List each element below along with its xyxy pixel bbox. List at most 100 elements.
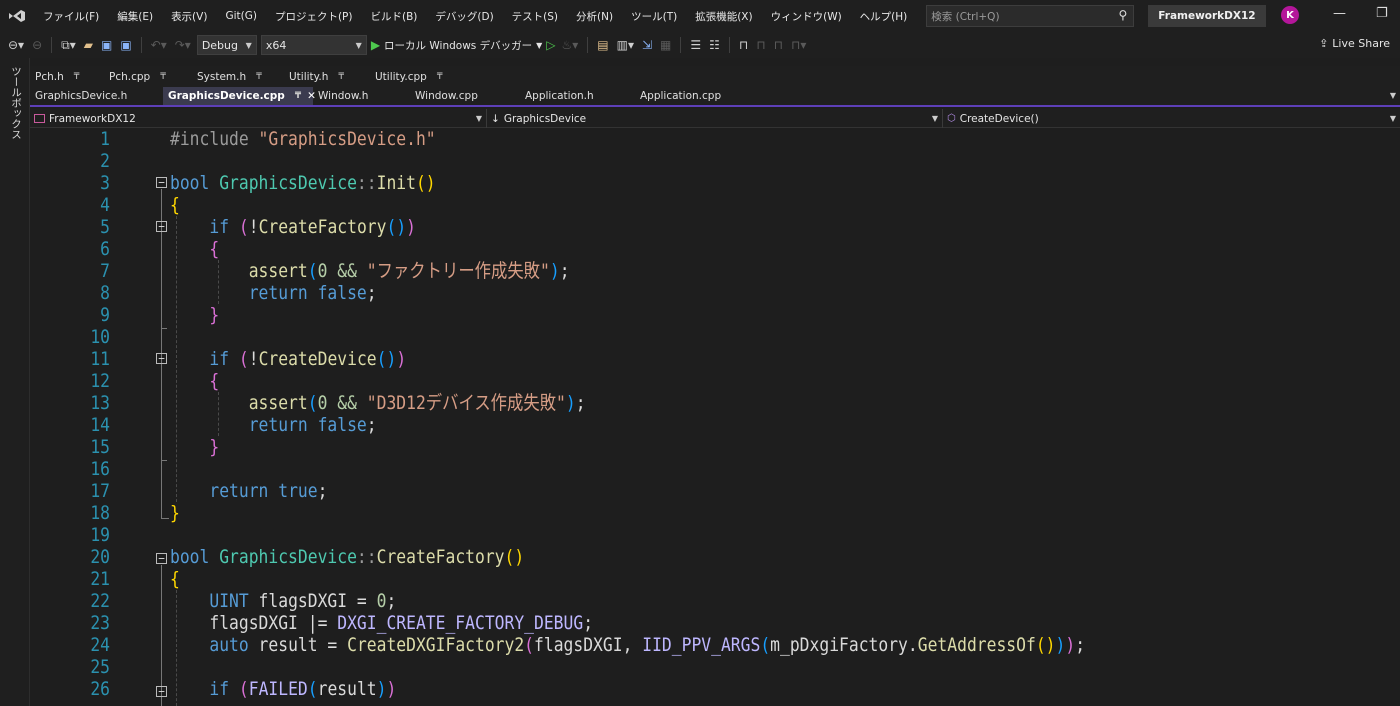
string-literal: "D3D12デバイス作成失敗" (366, 392, 566, 414)
function-name: CreateDevice (258, 348, 377, 370)
undo-icon[interactable]: ↶▾ (149, 38, 169, 52)
code-editor[interactable]: 1 2 3 4 5 6 7 8 9 10 11 12 13 14 15 16 1… (30, 128, 1400, 706)
bookmark-icon[interactable]: ⊓ (737, 38, 750, 52)
new-project-icon[interactable]: ⧉▾ (59, 38, 78, 53)
platform-select[interactable]: x64 ▼ (260, 35, 367, 55)
open-folder-icon[interactable]: ▰ (82, 38, 95, 52)
tab-window-h[interactable]: Window.h (313, 87, 410, 105)
menu-file[interactable]: ファイル(F) (34, 9, 108, 24)
breakpoint-list-icon[interactable]: ▦ (658, 38, 673, 52)
pin-icon[interactable]: ₸ (295, 91, 301, 101)
editor-navigation-bar: FrameworkDX12 ▼ ↓ GraphicsDevice ▼ ⬡ Cre… (30, 109, 1400, 128)
hot-reload-icon[interactable]: ♨▾ (559, 38, 580, 52)
menu-tools[interactable]: ツール(T) (622, 9, 686, 24)
window-layout-icon[interactable]: ▥▾ (615, 38, 636, 52)
step-icon[interactable]: ⇲ (640, 38, 654, 52)
collapse-outline-icon[interactable]: − (156, 353, 167, 364)
tab-application-cpp[interactable]: Application.cpp (635, 87, 761, 105)
menu-analyze[interactable]: 分析(N) (567, 9, 622, 24)
project-dropdown[interactable]: FrameworkDX12 ▼ (30, 109, 487, 128)
pin-icon[interactable]: ₸ (256, 72, 262, 82)
collapse-outline-icon[interactable]: − (156, 553, 167, 564)
operator: = (347, 590, 377, 612)
tab-graphicsdevice-cpp[interactable]: GraphicsDevice.cpp ₸ ✕ (163, 87, 316, 105)
pin-icon[interactable]: ₸ (160, 72, 166, 82)
line-number: 11 (90, 348, 110, 370)
solution-name-badge[interactable]: FrameworkDX12 (1148, 5, 1266, 27)
bracket: ) (549, 260, 560, 282)
bracket: ( (238, 678, 249, 700)
redo-icon[interactable]: ↷▾ (173, 38, 193, 52)
start-debugging-button[interactable]: ▶ ローカル Windows デバッガー ▼ (371, 38, 542, 53)
comment-out-icon[interactable]: ☰ (688, 38, 703, 52)
tab-application-h[interactable]: Application.h (520, 87, 635, 105)
member-variable: m_pDxgiFactory (770, 634, 908, 656)
save-all-icon[interactable]: ▣ (118, 38, 133, 52)
code-line-12: { (170, 370, 219, 392)
bracket: ) (565, 392, 576, 414)
scope-dropdown[interactable]: ↓ GraphicsDevice ▼ (487, 109, 943, 128)
live-share-button[interactable]: ⇪ Live Share (1319, 37, 1390, 50)
member-dropdown[interactable]: ⬡ CreateDevice() ▼ (943, 109, 1400, 128)
menu-view[interactable]: 表示(V) (162, 9, 216, 24)
bookmark-clear-icon[interactable]: ⊓▾ (789, 38, 808, 52)
toolbar-separator (587, 37, 589, 53)
tab-system-h[interactable]: System.h ₸ (192, 71, 284, 83)
tab-overflow-dropdown-icon[interactable]: ▼ (1390, 91, 1396, 100)
collapse-outline-icon[interactable]: − (156, 177, 167, 188)
tab-graphicsdevice-h[interactable]: GraphicsDevice.h (30, 87, 163, 105)
minimize-icon[interactable]: — (1333, 6, 1346, 21)
share-icon: ⇪ (1319, 37, 1329, 50)
number-literal: 0 (376, 590, 387, 612)
menu-window[interactable]: ウィンドウ(W) (762, 9, 851, 24)
menu-help[interactable]: ヘルプ(H) (851, 9, 917, 24)
menu-git[interactable]: Git(G) (216, 10, 266, 22)
bookmark-next-icon[interactable]: ⊓ (772, 38, 785, 52)
tab-utility-h[interactable]: Utility.h ₸ (284, 71, 370, 83)
search-icon[interactable]: ⚲ (1118, 8, 1127, 22)
menu-test[interactable]: テスト(S) (503, 9, 567, 24)
toolbox-tab[interactable]: ツールボックス (9, 66, 24, 140)
keyword: false (317, 414, 367, 436)
tab-label: Window.cpp (415, 90, 478, 102)
bracket: ( (307, 260, 318, 282)
line-number: 4 (100, 194, 110, 216)
collapse-outline-icon[interactable]: − (156, 686, 167, 697)
uncomment-icon[interactable]: ☷ (707, 38, 722, 52)
restore-icon[interactable]: ❐ (1376, 6, 1388, 21)
outline-end (161, 518, 169, 519)
tab-pch-cpp[interactable]: Pch.cpp ₸ (104, 71, 192, 83)
menu-extensions[interactable]: 拡張機能(X) (686, 9, 761, 24)
chevron-down-icon: ▼ (931, 114, 938, 123)
collapse-outline-icon[interactable]: − (156, 221, 167, 232)
navigate-forward-icon[interactable]: ⊖ (30, 38, 44, 52)
solution-explorer-icon[interactable]: ▤ (595, 38, 610, 52)
code-line-9: } (170, 304, 219, 326)
keyword: return (248, 282, 318, 304)
pin-icon[interactable]: ₸ (338, 72, 344, 82)
menu-project[interactable]: プロジェクト(P) (266, 9, 362, 24)
configuration-select[interactable]: Debug ▼ (196, 35, 257, 55)
pin-icon[interactable]: ₸ (437, 72, 443, 82)
visual-studio-logo-icon[interactable] (0, 0, 34, 32)
line-number: 24 (90, 634, 110, 656)
line-number: 9 (100, 304, 110, 326)
tab-utility-cpp[interactable]: Utility.cpp ₸ (370, 71, 466, 83)
chevron-down-icon[interactable]: ▼ (536, 41, 542, 50)
pin-icon[interactable]: ₸ (74, 72, 80, 82)
account-avatar[interactable]: K (1281, 6, 1299, 24)
bracket: ( (524, 634, 535, 656)
save-icon[interactable]: ▣ (99, 38, 114, 52)
search-input[interactable]: 検索 (Ctrl+Q) ⚲ (926, 5, 1135, 27)
navigate-back-icon[interactable]: ⊖▾ (6, 38, 26, 52)
tab-window-cpp[interactable]: Window.cpp (410, 87, 520, 105)
start-without-debugging-icon[interactable]: ▷ (546, 38, 555, 52)
code-line-7: assert(0 && "ファクトリー作成失敗"); (170, 260, 570, 282)
bookmark-prev-icon[interactable]: ⊓ (754, 38, 767, 52)
tab-pch-h[interactable]: Pch.h ₸ (30, 71, 104, 83)
menu-debug[interactable]: デバッグ(D) (426, 9, 502, 24)
line-number: 21 (90, 568, 110, 590)
menu-edit[interactable]: 編集(E) (108, 9, 162, 24)
menu-build[interactable]: ビルド(B) (361, 9, 426, 24)
brace: { (170, 194, 180, 216)
